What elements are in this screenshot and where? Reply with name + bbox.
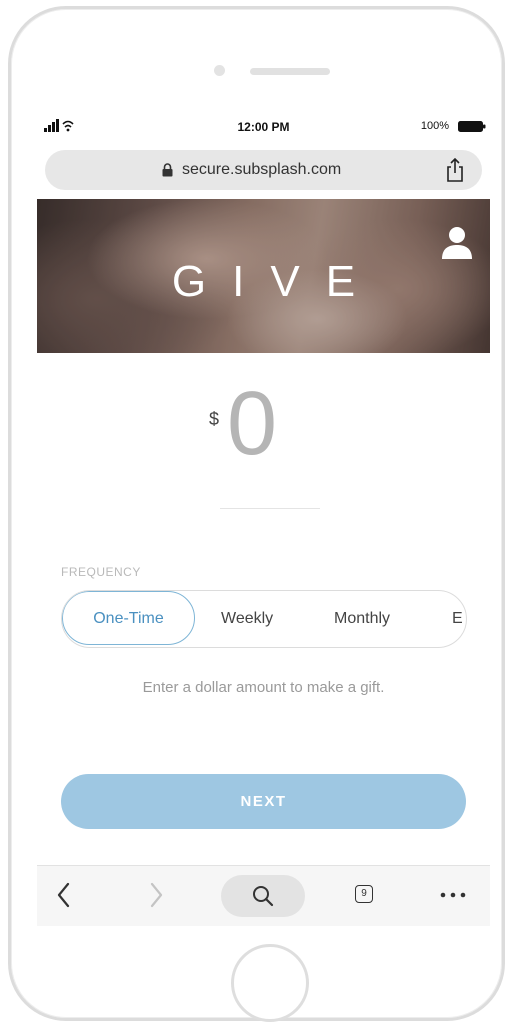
url-text: secure.subsplash.com	[182, 161, 342, 178]
more-icon	[440, 892, 466, 898]
search-icon	[253, 886, 274, 907]
home-button[interactable]	[231, 944, 309, 1022]
hero-banner: GIVE	[37, 199, 490, 353]
profile-icon[interactable]	[441, 226, 473, 260]
search-button[interactable]	[221, 875, 305, 917]
share-icon[interactable]	[446, 158, 464, 182]
next-button[interactable]: NEXT	[61, 774, 466, 829]
frequency-selector: One-Time Weekly Monthly E	[61, 590, 467, 648]
tabs-button[interactable]: 9	[349, 866, 389, 924]
frequency-option-weekly[interactable]: Weekly	[221, 591, 273, 647]
page: 12:00 PM 100% secure.subsplash.com GIVE	[0, 0, 515, 1029]
amount-input[interactable]: 0	[227, 379, 277, 469]
more-button[interactable]	[429, 866, 477, 924]
back-icon	[57, 882, 70, 908]
frequency-label: FREQUENCY	[61, 565, 141, 579]
address-bar[interactable]: secure.subsplash.com	[45, 150, 482, 190]
forward-icon	[150, 882, 163, 908]
frequency-option-more[interactable]: E	[452, 591, 463, 647]
browser-toolbar: 9	[37, 865, 490, 926]
amount-hint: Enter a dollar amount to make a gift.	[142, 679, 385, 696]
status-bar: 12:00 PM 100%	[37, 111, 490, 141]
tabs-icon: 9	[355, 885, 373, 903]
frequency-option-one-time[interactable]: One-Time	[62, 591, 195, 645]
battery-icon	[458, 121, 486, 132]
page-title: GIVE	[171, 257, 382, 306]
amount-underline	[220, 508, 320, 509]
frequency-option-monthly[interactable]: Monthly	[334, 591, 390, 647]
currency-symbol: $	[209, 409, 220, 429]
lock-icon	[162, 163, 173, 177]
battery-percent: 100%	[420, 120, 449, 132]
speaker	[250, 68, 330, 75]
phone-screen: 12:00 PM 100% secure.subsplash.com GIVE	[37, 111, 490, 926]
camera	[214, 65, 225, 76]
back-button[interactable]	[49, 866, 89, 924]
forward-button[interactable]	[137, 866, 177, 924]
